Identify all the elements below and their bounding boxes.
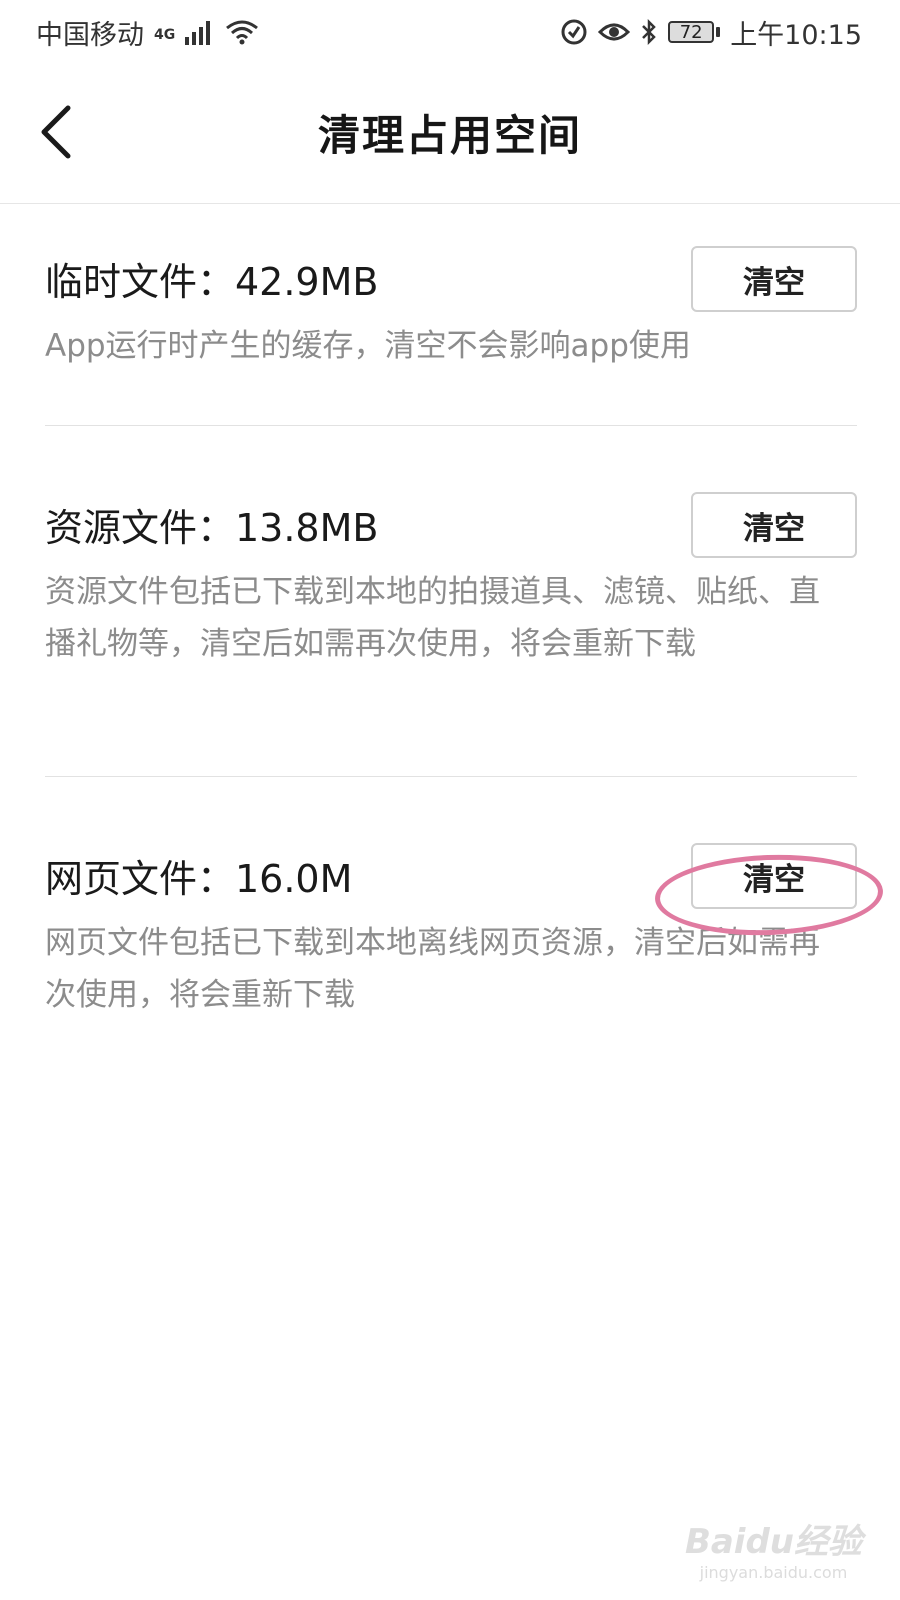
header: 清理占用空间 [0, 64, 900, 204]
watermark: Baidu经验 jingyan.baidu.com [685, 1514, 862, 1582]
status-bar: 中国移动 4G 72 上午10:15 [0, 0, 900, 64]
eye-comfort-icon [598, 20, 631, 44]
temp-files-section: 临时文件：42.9MB App运行时产生的缓存，清空不会影响app使用 清空 [45, 246, 857, 372]
carrier-label: 中国移动 [36, 19, 144, 51]
bluetooth-icon [640, 18, 658, 46]
clock: 上午10:15 [730, 19, 862, 51]
page-title: 清理占用空间 [317, 111, 582, 160]
divider [45, 776, 857, 777]
clear-temp-files-button[interactable]: 清空 [691, 246, 857, 312]
wifi-icon [225, 18, 259, 46]
battery-level: 72 [668, 21, 715, 43]
clear-resource-files-button[interactable]: 清空 [691, 492, 857, 558]
signal-icon [185, 19, 215, 45]
network-type-label: 4G [154, 26, 176, 43]
web-files-description: 网页文件包括已下载到本地离线网页资源，清空后如需再次使用，将会重新下载 [45, 925, 820, 1013]
divider [45, 425, 857, 426]
data-saver-icon [560, 18, 588, 46]
watermark-url: jingyan.baidu.com [699, 1563, 848, 1582]
resource-files-description: 资源文件包括已下载到本地的拍摄道具、滤镜、贴纸、直播礼物等，清空后如需再次使用，… [45, 574, 820, 662]
temp-files-description: App运行时产生的缓存，清空不会影响app使用 [45, 328, 691, 364]
resource-files-section: 资源文件：13.8MB 资源文件包括已下载到本地的拍摄道具、滤镜、贴纸、直播礼物… [45, 492, 857, 670]
watermark-logo: Baidu经验 [684, 1522, 862, 1562]
battery-icon: 72 [668, 21, 721, 43]
